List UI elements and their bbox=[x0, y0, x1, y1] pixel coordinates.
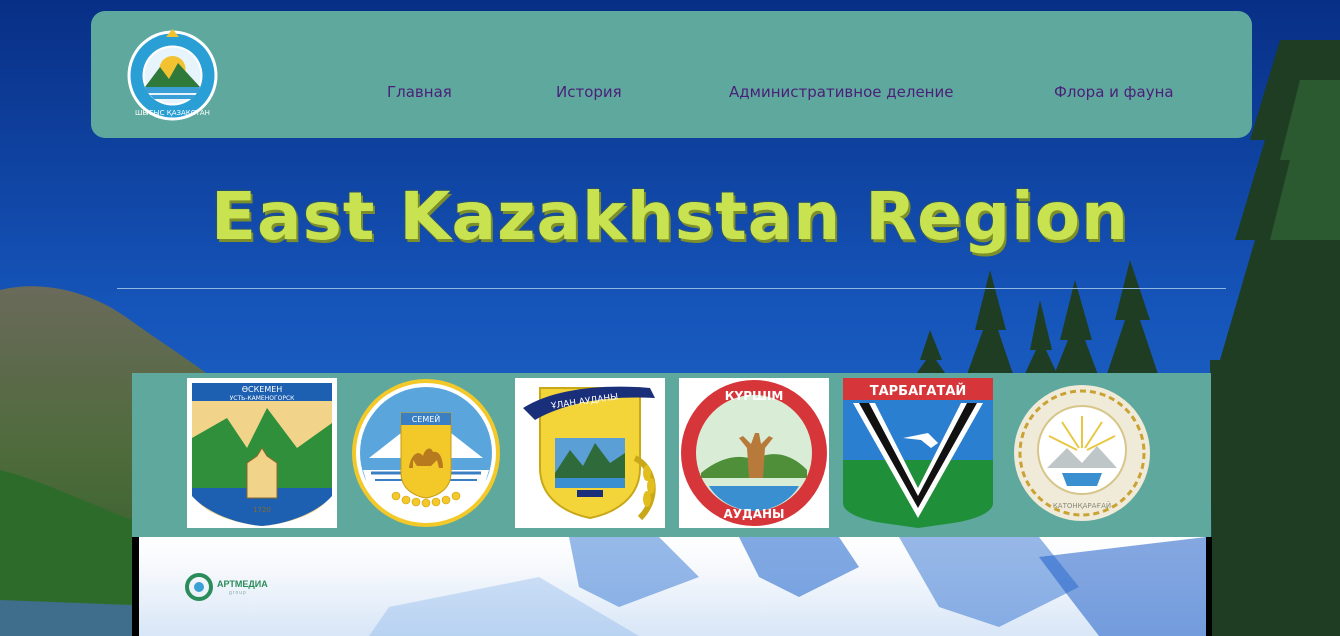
nav-link-flora-fauna[interactable]: Флора и фауна bbox=[1054, 83, 1174, 101]
svg-text:ТАРБАГАТАЙ: ТАРБАГАТАЙ bbox=[870, 383, 967, 399]
artmedia-logo-icon bbox=[185, 573, 213, 601]
svg-text:УСТЬ-КАМЕНОГОРСК: УСТЬ-КАМЕНОГОРСК bbox=[230, 395, 296, 402]
site-header: ШЫҒЫС ҚАЗАҚСТАН Главная История Админист… bbox=[91, 11, 1252, 138]
video-brand-sub: group bbox=[229, 590, 247, 596]
svg-text:1720: 1720 bbox=[253, 506, 271, 514]
emblem-katonkaragai-icon[interactable]: КАТОНҚАРАҒАЙ bbox=[1007, 378, 1157, 528]
video-brand-name: АРТМЕДИА bbox=[217, 579, 268, 589]
emblem-semey-icon[interactable]: СЕМЕЙ bbox=[351, 378, 501, 528]
svg-text:КАТОНҚАРАҒАЙ: КАТОНҚАРАҒАЙ bbox=[1053, 501, 1111, 510]
video-frame[interactable]: АРТМЕДИА group bbox=[139, 537, 1206, 636]
nav-link-administrative-division[interactable]: Административное деление bbox=[729, 83, 953, 101]
emblem-tarbagatai-icon[interactable]: ТАРБАГАТАЙ bbox=[843, 378, 993, 528]
emblem-kurshim-icon[interactable]: КҮРШІМ АУДАНЫ bbox=[679, 378, 829, 528]
nav-link-history[interactable]: История bbox=[556, 83, 622, 101]
emblems-strip: ӨСКЕМЕН УСТЬ-КАМЕНОГОРСК 1720 СЕМЕЙ ҰЛАН… bbox=[132, 373, 1211, 537]
video-sky-clouds bbox=[369, 537, 1206, 636]
emblem-ulan-district-icon[interactable]: ҰЛАН АУДАНЫ bbox=[515, 378, 665, 528]
nav-link-home[interactable]: Главная bbox=[387, 83, 452, 101]
page-title: East Kazakhstan Region bbox=[210, 178, 1130, 255]
svg-text:КҮРШІМ: КҮРШІМ bbox=[725, 389, 784, 403]
region-logo-icon[interactable]: ШЫҒЫС ҚАЗАҚСТАН bbox=[126, 29, 219, 122]
title-divider bbox=[117, 288, 1226, 289]
video-brand: АРТМЕДИА group bbox=[185, 573, 268, 601]
emblem-ust-kamenogorsk-icon[interactable]: ӨСКЕМЕН УСТЬ-КАМЕНОГОРСК 1720 bbox=[187, 378, 337, 528]
video-player[interactable]: АРТМЕДИА group bbox=[132, 537, 1212, 636]
svg-text:АУДАНЫ: АУДАНЫ bbox=[724, 507, 785, 521]
svg-text:ШЫҒЫС ҚАЗАҚСТАН: ШЫҒЫС ҚАЗАҚСТАН bbox=[135, 109, 210, 117]
svg-text:СЕМЕЙ: СЕМЕЙ bbox=[412, 413, 441, 424]
svg-text:ӨСКЕМЕН: ӨСКЕМЕН bbox=[242, 385, 283, 394]
